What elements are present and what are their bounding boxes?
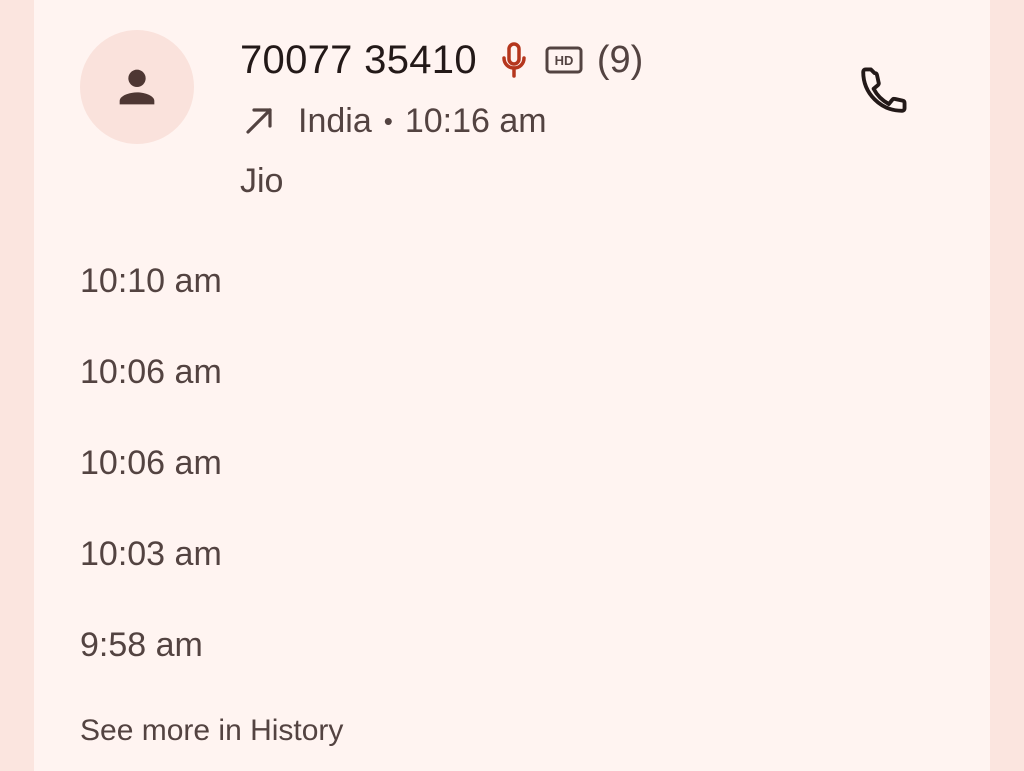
person-icon <box>119 69 155 105</box>
call-count: (9) <box>596 38 644 81</box>
call-time: 10:16 am <box>404 101 547 140</box>
hd-icon: HD <box>545 46 583 74</box>
outgoing-arrow-icon <box>242 104 276 138</box>
history-item: 10:06 am <box>80 444 222 482</box>
phone-icon <box>861 67 907 113</box>
call-details: India • 10:16 am <box>240 98 547 144</box>
phone-number: 70077 35410 <box>240 37 477 82</box>
call-location: India <box>298 101 372 140</box>
call-log-card: 70077 35410 HD (9) India • 10:16 am Jio … <box>34 0 990 771</box>
see-more-history-link[interactable]: See more in History <box>80 710 343 752</box>
svg-text:HD: HD <box>554 53 573 68</box>
mic-icon <box>501 42 527 78</box>
avatar[interactable] <box>80 30 194 144</box>
history-list: 10:10 am 10:06 am 10:06 am 10:03 am 9:58… <box>80 258 222 713</box>
history-item: 10:06 am <box>80 353 222 391</box>
number-line: 70077 35410 HD (9) <box>240 34 643 86</box>
history-item: 9:58 am <box>80 626 203 664</box>
carrier-label: Jio <box>240 162 284 200</box>
separator-dot: • <box>383 105 393 136</box>
history-item: 10:03 am <box>80 535 222 573</box>
call-button[interactable] <box>844 50 924 130</box>
history-item: 10:10 am <box>80 262 222 300</box>
